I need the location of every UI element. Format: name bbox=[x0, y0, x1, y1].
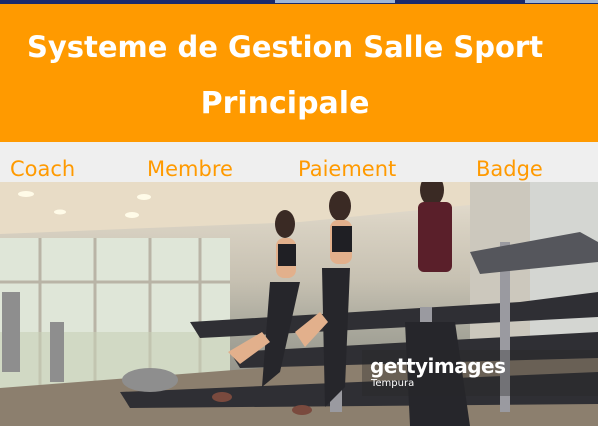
watermark-credit: Tempura bbox=[371, 378, 415, 389]
app-header: Systeme de Gestion Salle Sport Principal… bbox=[0, 4, 598, 142]
menu-item-badge[interactable]: Badge bbox=[476, 157, 543, 181]
page-title-line2: Principale bbox=[200, 86, 370, 121]
watermark-brand: gettyimages bbox=[370, 354, 506, 378]
menu-item-paiement[interactable]: Paiement bbox=[298, 157, 396, 181]
gym-treadmill-photo: gettyimages Tempura bbox=[0, 182, 598, 426]
menu-item-coach[interactable]: Coach bbox=[10, 157, 75, 181]
top-strip-highlight bbox=[525, 0, 598, 3]
menu-item-membre[interactable]: Membre bbox=[147, 157, 233, 181]
stock-watermark: gettyimages Tempura bbox=[362, 350, 598, 396]
page-title-line1: Systeme de Gestion Salle Sport bbox=[26, 30, 544, 64]
top-strip-highlight bbox=[275, 0, 395, 3]
main-menu: Coach Membre Paiement Badge bbox=[0, 142, 598, 182]
